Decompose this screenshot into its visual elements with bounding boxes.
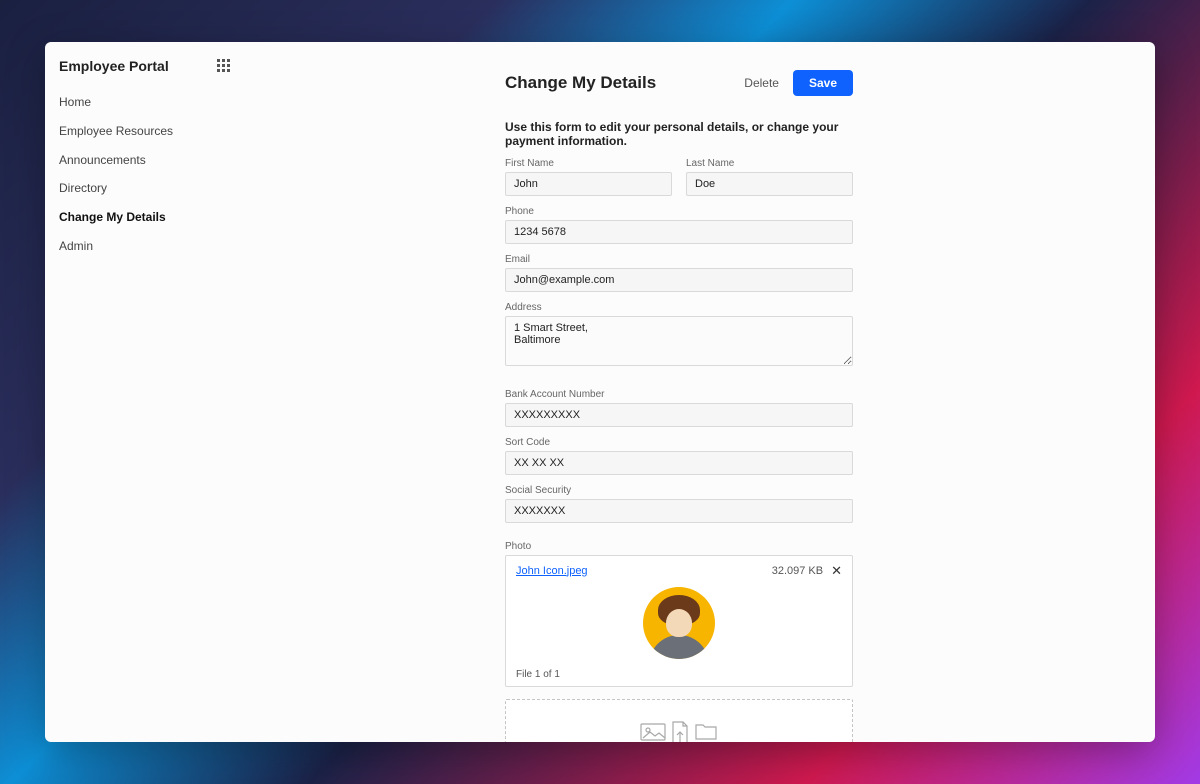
first-name-label: First Name [505, 158, 672, 169]
photo-header: John Icon.jpeg 32.097 KB ✕ [516, 564, 842, 577]
form-container: Change My Details Delete Save Use this f… [505, 70, 853, 742]
sidebar-item-employee-resources[interactable]: Employee Resources [45, 117, 245, 146]
sidebar: Employee Portal Home Employee Resources … [45, 42, 245, 742]
file-upload-icon [669, 720, 691, 742]
last-name-label: Last Name [686, 158, 853, 169]
avatar-preview [516, 577, 842, 667]
app-title: Employee Portal [59, 58, 169, 74]
photo-label: Photo [505, 541, 853, 552]
image-icon [639, 720, 667, 742]
first-name-input[interactable] [505, 172, 672, 196]
avatar-image [643, 587, 715, 659]
photo-meta: 32.097 KB ✕ [772, 564, 842, 577]
sidebar-item-directory[interactable]: Directory [45, 174, 245, 203]
dropzone[interactable]: Drag and drop your file Select a file to… [505, 699, 853, 742]
photo-file-size: 32.097 KB [772, 565, 823, 577]
app-switcher-icon[interactable] [217, 59, 231, 73]
app-window: Employee Portal Home Employee Resources … [45, 42, 1155, 742]
phone-input[interactable] [505, 220, 853, 244]
save-button[interactable]: Save [793, 70, 853, 96]
last-name-input[interactable] [686, 172, 853, 196]
header-actions: Delete Save [744, 70, 853, 96]
email-input[interactable] [505, 268, 853, 292]
sidebar-nav: Home Employee Resources Announcements Di… [45, 88, 245, 261]
phone-label: Phone [505, 206, 853, 217]
sidebar-item-home[interactable]: Home [45, 88, 245, 117]
photo-card: John Icon.jpeg 32.097 KB ✕ File [505, 555, 853, 687]
address-label: Address [505, 302, 853, 313]
page-header: Change My Details Delete Save [505, 70, 853, 96]
file-count-text: File 1 of 1 [516, 667, 842, 680]
sidebar-item-announcements[interactable]: Announcements [45, 146, 245, 175]
ssn-input[interactable] [505, 499, 853, 523]
sort-code-label: Sort Code [505, 437, 853, 448]
sidebar-item-change-my-details[interactable]: Change My Details [45, 203, 245, 232]
bank-account-input[interactable] [505, 403, 853, 427]
ssn-label: Social Security [505, 485, 853, 496]
sidebar-item-admin[interactable]: Admin [45, 232, 245, 261]
page-description: Use this form to edit your personal deta… [505, 120, 853, 148]
email-label: Email [505, 254, 853, 265]
address-textarea[interactable]: 1 Smart Street, Baltimore [505, 316, 853, 366]
folder-icon [693, 720, 719, 742]
bank-account-label: Bank Account Number [505, 389, 853, 400]
dropzone-icons [516, 720, 842, 742]
main-content: Change My Details Delete Save Use this f… [245, 42, 1155, 742]
sort-code-input[interactable] [505, 451, 853, 475]
brand-row: Employee Portal [45, 58, 245, 88]
page-title: Change My Details [505, 73, 656, 93]
photo-file-link[interactable]: John Icon.jpeg [516, 565, 588, 577]
remove-photo-icon[interactable]: ✕ [831, 564, 842, 577]
delete-button[interactable]: Delete [744, 76, 779, 90]
